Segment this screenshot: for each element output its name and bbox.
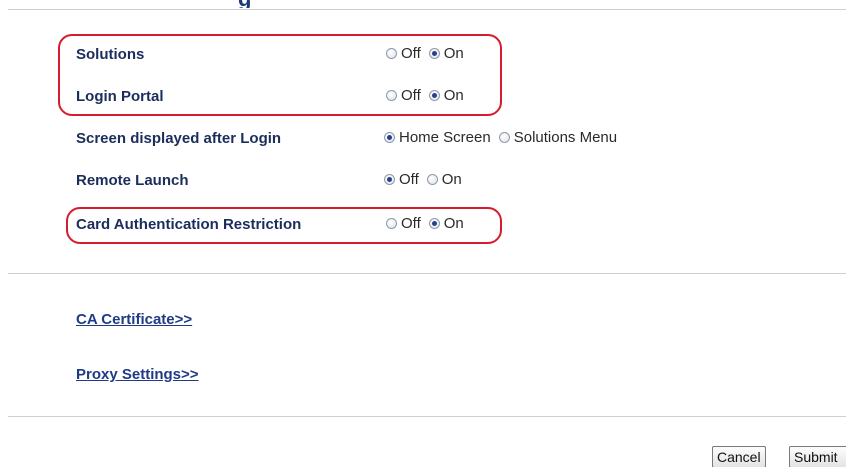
radio-circle[interactable]	[384, 132, 395, 143]
radio-login-portal-on[interactable]: On	[428, 87, 464, 104]
setting-row-login-portal: Login Portal Off On	[0, 82, 846, 112]
radio-home-screen[interactable]: Home Screen	[384, 129, 491, 146]
setting-row-card-auth-restriction: Card Authentication Restriction Off On	[0, 210, 846, 240]
middle-divider	[8, 273, 846, 274]
setting-label-solutions: Solutions	[76, 46, 145, 63]
radio-group-login-portal: Off On	[386, 87, 472, 104]
settings-page: g Solutions Off On Login Portal Off	[0, 0, 846, 467]
setting-label-login-portal: Login Portal	[76, 88, 164, 105]
setting-row-remote-launch: Remote Launch Off On	[0, 166, 846, 196]
submit-button[interactable]: Submit	[789, 446, 846, 467]
radio-login-portal-off[interactable]: Off	[386, 87, 421, 104]
radio-label: Off	[401, 45, 421, 62]
page-title-text: g	[238, 0, 251, 8]
radio-label: On	[443, 215, 464, 232]
radio-group-card-auth-restriction: Off On	[386, 215, 472, 232]
setting-label-remote-launch: Remote Launch	[76, 172, 189, 189]
setting-row-solutions: Solutions Off On	[0, 40, 846, 70]
radio-label: Solutions Menu	[513, 129, 618, 146]
radio-label: Home Screen	[399, 129, 491, 146]
radio-circle[interactable]	[428, 218, 440, 229]
radio-label: Off	[401, 215, 421, 232]
radio-solutions-off[interactable]: Off	[386, 45, 421, 62]
top-divider	[8, 9, 846, 10]
radio-remote-launch-on[interactable]: On	[426, 171, 462, 188]
bottom-divider	[8, 416, 846, 417]
radio-circle[interactable]	[386, 218, 397, 229]
setting-label-card-auth-restriction: Card Authentication Restriction	[76, 216, 302, 233]
radio-remote-launch-off[interactable]: Off	[384, 171, 419, 188]
radio-group-solutions: Off On	[386, 45, 472, 62]
page-title: g	[238, 0, 268, 8]
radio-card-auth-off[interactable]: Off	[386, 215, 421, 232]
radio-circle[interactable]	[386, 90, 397, 101]
radio-solutions-menu[interactable]: Solutions Menu	[498, 129, 618, 146]
radio-card-auth-on[interactable]: On	[428, 215, 464, 232]
radio-circle[interactable]	[426, 174, 438, 185]
radio-label: On	[443, 87, 464, 104]
radio-group-screen-after-login: Home Screen Solutions Menu	[384, 129, 625, 146]
proxy-settings-link[interactable]: Proxy Settings>>	[76, 366, 199, 383]
radio-circle[interactable]	[498, 132, 510, 143]
radio-label: On	[441, 171, 462, 188]
radio-label: Off	[399, 171, 419, 188]
radio-solutions-on[interactable]: On	[428, 45, 464, 62]
setting-row-screen-after-login: Screen displayed after Login Home Screen…	[0, 124, 846, 154]
radio-circle[interactable]	[384, 174, 395, 185]
radio-label: On	[443, 45, 464, 62]
ca-certificate-link[interactable]: CA Certificate>>	[76, 311, 192, 328]
radio-circle[interactable]	[386, 48, 397, 59]
radio-circle[interactable]	[428, 48, 440, 59]
radio-circle[interactable]	[428, 90, 440, 101]
setting-label-screen-after-login: Screen displayed after Login	[76, 130, 282, 147]
radio-group-remote-launch: Off On	[384, 171, 470, 188]
radio-label: Off	[401, 87, 421, 104]
cancel-button[interactable]: Cancel	[712, 446, 766, 467]
